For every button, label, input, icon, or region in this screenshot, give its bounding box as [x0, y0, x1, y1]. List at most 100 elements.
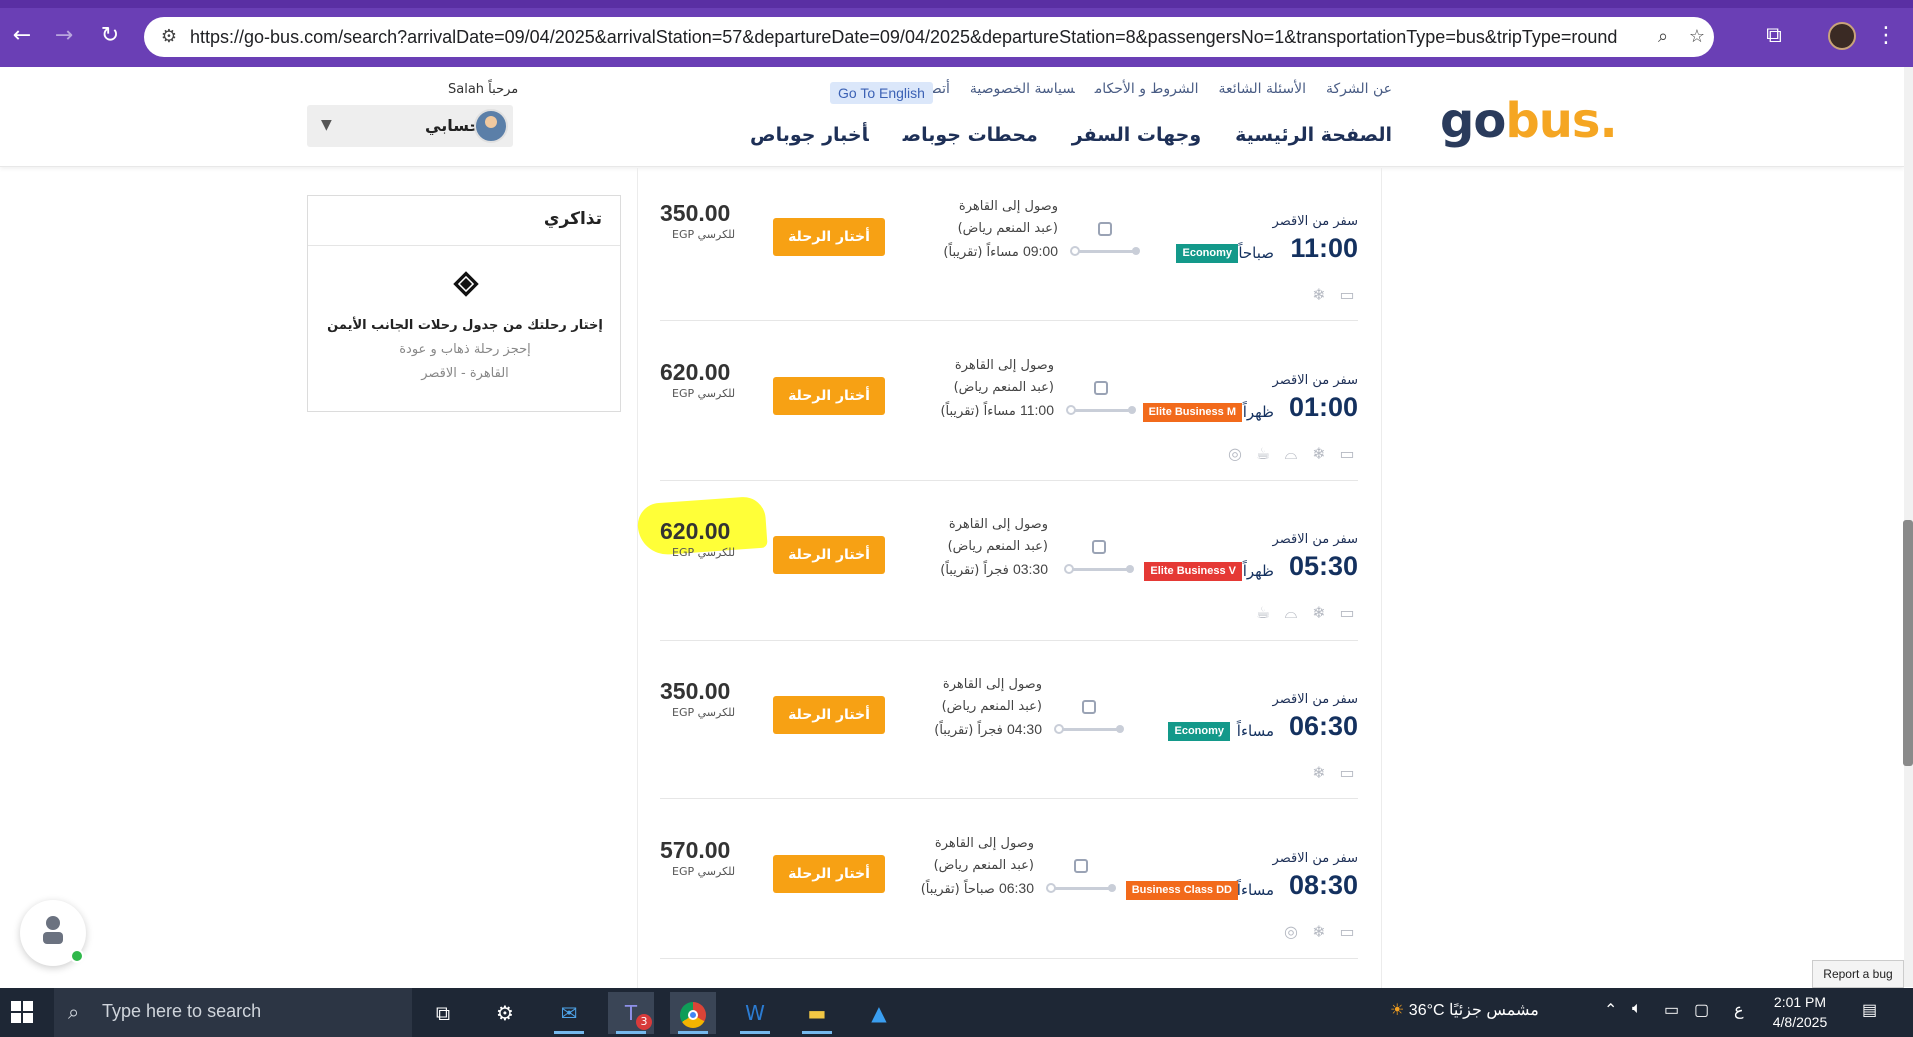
notifications-icon[interactable]: ▤: [1862, 1000, 1877, 1020]
snowflake-icon: ❄: [1312, 285, 1326, 304]
choose-trip-button[interactable]: أختار الرحلة: [773, 855, 885, 893]
windows-taskbar: ⌕ Type here to search ⧉ ⚙ ✉ T3 W ▬ ▲ ☀ 3…: [0, 988, 1913, 1037]
arrival-period: صباحاً (تقريباً): [920, 882, 995, 897]
bookmark-star-icon[interactable]: ☆: [1684, 24, 1710, 50]
nav-destinations[interactable]: وجهات السفر: [1072, 124, 1201, 146]
network-icon[interactable]: ▢: [1694, 1000, 1709, 1020]
departure-time: 06:30: [1288, 711, 1358, 741]
departure-period: صباحاً: [1238, 244, 1274, 262]
arrival-station: (عبد المنعم رياض): [957, 221, 1058, 236]
column-divider: [637, 168, 638, 988]
column-divider: [1381, 168, 1382, 988]
link-about[interactable]: عن الشركة: [1326, 81, 1392, 97]
logo-bus: bus.: [1505, 93, 1617, 149]
taskbar-search[interactable]: ⌕ Type here to search: [54, 988, 412, 1037]
choose-trip-button[interactable]: أختار الرحلة: [773, 536, 885, 574]
site-header: gobus. عن الشركة الأسئلة الشائعة الشروط و …: [0, 67, 1904, 167]
word-icon[interactable]: W: [732, 992, 778, 1034]
menu-icon[interactable]: ⋮: [1870, 20, 1902, 52]
url-text[interactable]: https://go-bus.com/search?arrivalDate=09…: [190, 17, 1617, 57]
nav-news[interactable]: أخبار جوباص: [750, 124, 869, 146]
nav-home[interactable]: الصفحة الرئيسية: [1235, 124, 1392, 146]
choose-trip-button[interactable]: أختار الرحلة: [773, 218, 885, 256]
per-seat-label: EGP للكرسي: [672, 865, 736, 878]
arrival-station: (عبد المنعم رياض): [947, 539, 1048, 554]
settings-icon[interactable]: ⚙: [482, 992, 528, 1034]
taskbar-search-placeholder: Type here to search: [102, 1001, 262, 1021]
per-seat-label: EGP للكرسي: [672, 228, 736, 241]
windows-start-icon[interactable]: [10, 1000, 34, 1024]
link-privacy[interactable]: سياسة الخصوصية: [970, 81, 1075, 97]
arrival-station: (عبد المنعم رياض): [933, 858, 1034, 873]
scrollbar-thumb[interactable]: [1903, 520, 1913, 766]
arrival-city: وصول إلى القاهرة: [942, 677, 1042, 692]
weather-widget[interactable]: ☀ 36°C مشمس جزئيًا: [1390, 1000, 1539, 1020]
site-info-icon[interactable]: ⚙: [156, 24, 182, 50]
departure-time: 08:30: [1288, 870, 1358, 900]
account-dropdown[interactable]: ▼ حسابي: [307, 105, 513, 147]
link-faq[interactable]: الأسئلة الشائعة: [1218, 81, 1306, 97]
departure-time: 05:30: [1288, 551, 1358, 581]
row-divider: [660, 480, 1358, 481]
trip-row: 620.00 EGP للكرسي أختار الرحلة وصول إلى …: [660, 355, 1360, 515]
taskbar-clock[interactable]: 2:01 PM 4/8/2025: [1762, 992, 1838, 1032]
input-language[interactable]: ع: [1734, 1000, 1744, 1020]
my-tickets-card: تذاكري إختار رحلتك من جدول رحلات الجانب …: [307, 195, 621, 412]
photos-icon[interactable]: ▲: [856, 992, 902, 1034]
top-links: عن الشركة الأسئلة الشائعة الشروط و الأحكام…: [882, 81, 1392, 97]
file-explorer-icon[interactable]: ▬: [794, 992, 840, 1034]
extensions-icon[interactable]: ⧉: [1758, 20, 1790, 52]
arrival-time: 04:30: [1006, 721, 1042, 737]
ticket-icon: [453, 271, 479, 297]
zoom-icon[interactable]: ⌕: [1650, 24, 1676, 50]
gobus-logo[interactable]: gobus.: [1440, 93, 1618, 149]
trip-row: 570.00 EGP للكرسي أختار الرحلة وصول إلى …: [660, 833, 1360, 993]
back-icon[interactable]: ←: [6, 20, 38, 52]
per-seat-label: EGP للكرسي: [672, 706, 736, 719]
account-label: حسابي: [425, 116, 482, 135]
outlook-icon[interactable]: ✉: [546, 992, 592, 1034]
teams-icon[interactable]: T3: [608, 992, 654, 1034]
volume-icon[interactable]: 🔈︎: [1632, 1000, 1642, 1018]
go-english-button[interactable]: Go To English: [830, 82, 933, 104]
reload-icon[interactable]: ↻: [94, 20, 126, 52]
online-status-dot: [70, 949, 84, 963]
arrival-station: (عبد المنعم رياض): [941, 699, 1042, 714]
main-nav: الصفحة الرئيسية وجهات السفر محطات جوباص أخب…: [716, 124, 1392, 146]
meal-icon: ⌓: [1284, 444, 1298, 463]
link-terms[interactable]: الشروط و الأحكام: [1095, 81, 1199, 97]
bus-icon: [1098, 222, 1112, 236]
row-divider: [660, 798, 1358, 799]
tickets-title: تذاكري: [543, 209, 602, 229]
choose-trip-button[interactable]: أختار الرحلة: [773, 696, 885, 734]
class-badge: Elite Business M: [1142, 403, 1242, 422]
clock-date: 4/8/2025: [1772, 1014, 1828, 1030]
amenities: ▭ ❄: [1308, 762, 1358, 784]
report-bug-button[interactable]: Report a bug: [1812, 960, 1904, 988]
trip-row: 620.00 EGP للكرسي أختار الرحلة وصول إلى …: [660, 514, 1360, 674]
chat-support-button[interactable]: [20, 900, 86, 966]
profile-avatar[interactable]: [1828, 22, 1856, 50]
trip-price: 570.00: [660, 837, 731, 863]
tray-chevron-icon[interactable]: ⌃: [1604, 1000, 1617, 1020]
arrival-info: وصول إلى القاهرة (عبد المنعم رياض) 11:00…: [940, 355, 1054, 423]
nav-stations[interactable]: محطات جوباص: [903, 124, 1038, 146]
forward-icon[interactable]: →: [48, 20, 80, 52]
battery-icon[interactable]: ▭: [1664, 1000, 1679, 1020]
departure-period: مساءاً: [1236, 881, 1274, 899]
chevron-down-icon[interactable]: ▼: [321, 117, 332, 133]
snowflake-icon: ❄: [1312, 444, 1326, 463]
amenities: ▭ ❄ ⌓ ☕ ◎: [1224, 443, 1358, 465]
choose-trip-button[interactable]: أختار الرحلة: [773, 377, 885, 415]
logo-go: go: [1440, 93, 1506, 149]
person-icon: [43, 916, 63, 944]
chrome-icon[interactable]: [670, 992, 716, 1034]
arrival-info: وصول إلى القاهرة (عبد المنعم رياض) 06:30…: [921, 833, 1034, 901]
arrival-city: وصول إلى القاهرة: [954, 358, 1054, 373]
class-badge: Business Class DD: [1125, 881, 1238, 900]
amenities: ▭ ❄: [1308, 284, 1358, 306]
address-bar[interactable]: ⚙ https://go-bus.com/search?arrivalDate=…: [144, 17, 1714, 57]
task-view-icon[interactable]: ⧉: [420, 992, 466, 1034]
row-divider: [660, 958, 1358, 959]
arrival-city: وصول إلى القاهرة: [948, 517, 1048, 532]
